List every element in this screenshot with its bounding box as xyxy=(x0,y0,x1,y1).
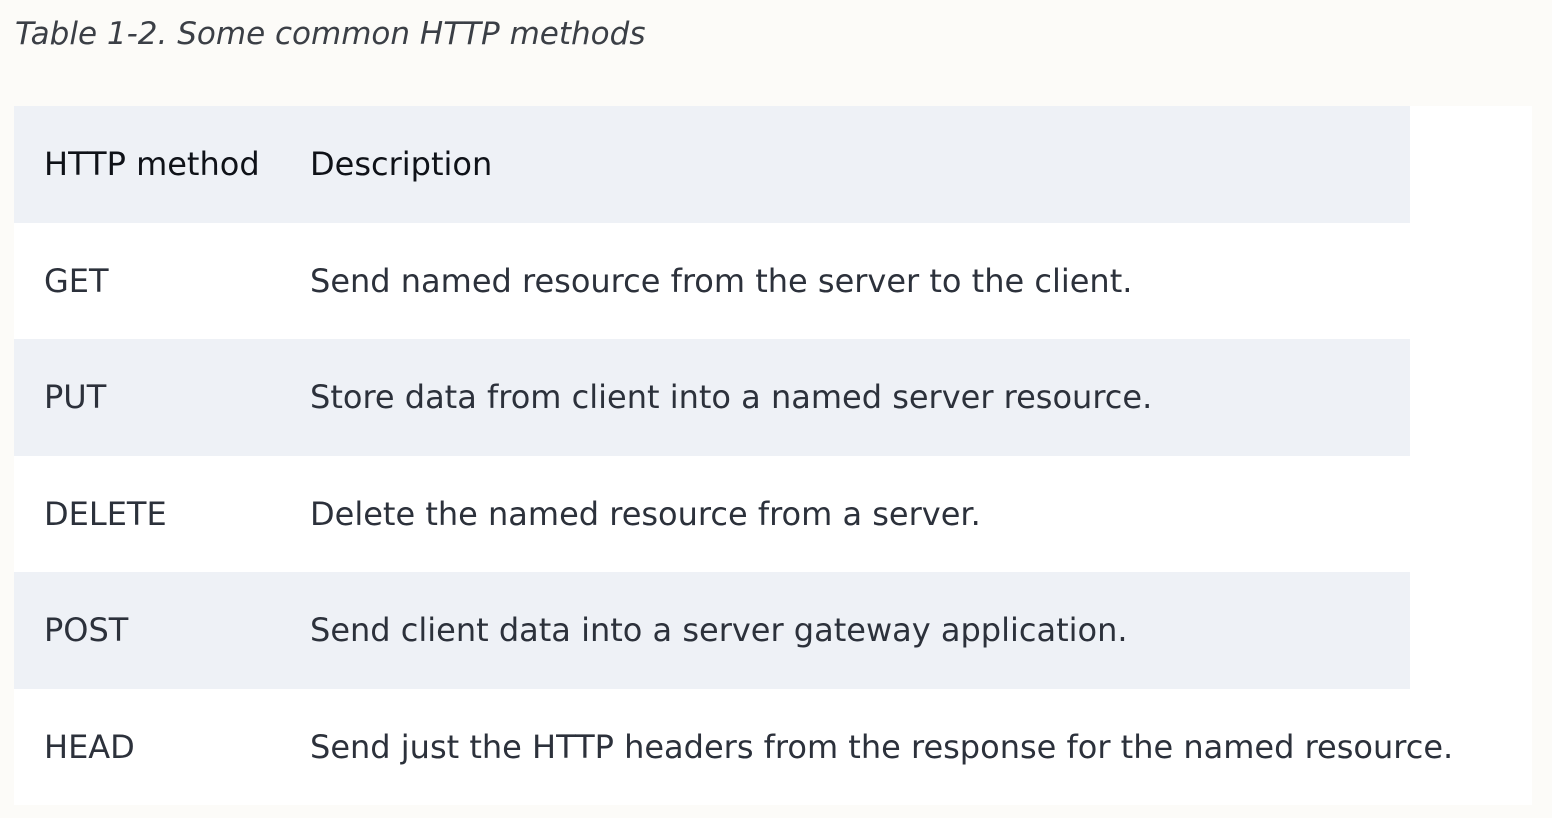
table-row: PUT Store data from client into a named … xyxy=(14,339,1410,456)
table-caption: Table 1-2. Some common HTTP methods xyxy=(15,16,646,52)
table-row: GET Send named resource from the server … xyxy=(14,222,1410,339)
table-row: DELETE Delete the named resource from a … xyxy=(14,455,1410,572)
table-header-row: HTTP method Description xyxy=(14,106,1410,223)
http-methods-table: HTTP method Description GET Send named r… xyxy=(14,106,1453,805)
table-row: POST Send client data into a server gate… xyxy=(14,572,1410,689)
description-cell: Delete the named resource from a server. xyxy=(280,455,1410,572)
header-description: Description xyxy=(280,106,1410,223)
http-methods-table-container: HTTP method Description GET Send named r… xyxy=(14,106,1532,805)
header-http-method: HTTP method xyxy=(14,106,280,223)
method-cell: PUT xyxy=(14,339,280,456)
description-cell: Send named resource from the server to t… xyxy=(280,222,1410,339)
table-row: HEAD Send just the HTTP headers from the… xyxy=(14,688,1453,805)
description-cell: Store data from client into a named serv… xyxy=(280,339,1410,456)
method-cell: DELETE xyxy=(14,455,280,572)
description-cell: Send client data into a server gateway a… xyxy=(280,572,1410,689)
method-cell: GET xyxy=(14,222,280,339)
description-cell: Send just the HTTP headers from the resp… xyxy=(280,688,1453,805)
method-cell: POST xyxy=(14,572,280,689)
method-cell: HEAD xyxy=(14,688,280,805)
